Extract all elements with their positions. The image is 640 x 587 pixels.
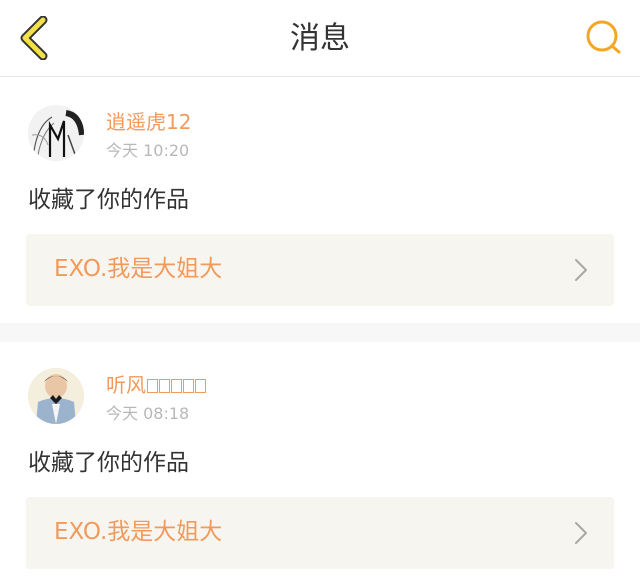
action-text: 收藏了你的作品 <box>28 187 189 213</box>
avatar[interactable] <box>28 368 84 424</box>
avatar-image <box>28 105 84 161</box>
username[interactable]: 逍遥虎12 <box>106 109 191 135</box>
notification-card: 逍遥虎12 今天 10:20 收藏了你的作品 EXO.我是大姐大 <box>0 77 640 323</box>
work-title: EXO.我是大姐大 <box>54 519 223 545</box>
notification-card: 听风 今天 08:18 收藏了你的作品 EXO.我是大姐大 <box>0 342 640 587</box>
timestamp: 今天 10:20 <box>106 141 190 160</box>
chevron-right-icon <box>575 259 587 281</box>
avatar[interactable] <box>28 105 84 161</box>
username[interactable]: 听风 <box>106 372 206 398</box>
action-text: 收藏了你的作品 <box>28 450 189 476</box>
search-button[interactable] <box>582 16 626 60</box>
page-title: 消息 <box>290 21 350 56</box>
chevron-right-icon <box>575 522 587 544</box>
top-nav-bar: 消息 <box>0 0 640 77</box>
section-divider <box>0 323 640 342</box>
app-screen: 消息 逍遥虎12 今天 10:20 收藏了你的作品 EXO.我是大姐大 听风 今… <box>0 0 640 587</box>
work-link[interactable]: EXO.我是大姐大 <box>26 497 614 569</box>
work-link[interactable]: EXO.我是大姐大 <box>26 234 614 306</box>
avatar-image <box>28 368 84 424</box>
work-title: EXO.我是大姐大 <box>54 256 223 282</box>
search-icon <box>586 20 621 54</box>
timestamp: 今天 08:18 <box>106 404 190 423</box>
